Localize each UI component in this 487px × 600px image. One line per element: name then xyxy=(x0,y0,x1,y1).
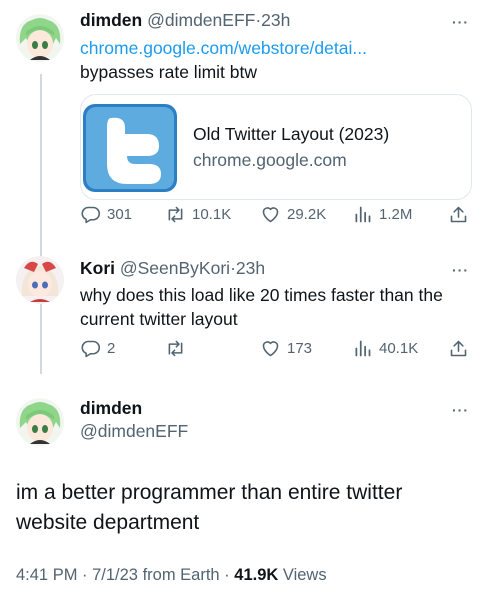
views-icon xyxy=(355,206,371,223)
avatar[interactable] xyxy=(16,256,64,304)
tweet-timestamp[interactable]: 4:41 PM · 7/1/23 from Earth · xyxy=(16,566,234,584)
share-icon xyxy=(450,206,467,223)
views-label: Views xyxy=(278,566,327,584)
like-count: 173 xyxy=(287,340,313,357)
views-count: 41.9K xyxy=(234,566,279,584)
card-text: Old Twitter Layout (2023) chrome.google.… xyxy=(193,121,389,173)
author-handle[interactable]: @dimdenEFF xyxy=(147,10,255,30)
avatar[interactable] xyxy=(16,14,64,62)
reply-button[interactable]: 2 xyxy=(80,338,115,359)
tweet-time[interactable]: 23h xyxy=(261,10,290,30)
tweet-body: bypasses rate limit btw xyxy=(80,62,258,82)
thread-line xyxy=(40,74,42,374)
reply-icon xyxy=(81,340,101,358)
tweet-body: why does this load like 20 times faster … xyxy=(80,285,443,329)
tweet-text: chrome.google.com/webstore/detai... bypa… xyxy=(80,36,460,84)
share-button[interactable] xyxy=(448,338,475,359)
like-button[interactable]: 173 xyxy=(260,338,312,359)
card-title: Old Twitter Layout (2023) xyxy=(193,124,390,144)
tweet-header: dimden @dimdenEFF·23h xyxy=(80,10,290,31)
tweet-link[interactable]: chrome.google.com/webstore/detai... xyxy=(80,36,460,60)
retweet-count: 10.1K xyxy=(192,206,232,223)
share-button[interactable] xyxy=(448,204,475,225)
retweet-button[interactable] xyxy=(165,338,192,359)
more-options-icon[interactable]: ··· xyxy=(452,14,469,30)
like-button[interactable]: 29.2K xyxy=(260,204,326,225)
views-count: 1.2M xyxy=(379,206,413,223)
like-icon xyxy=(262,207,279,223)
reply-button[interactable]: 301 xyxy=(80,204,132,225)
author-name[interactable]: Kori xyxy=(80,258,115,278)
tweet-body: im a better programmer than entire twitt… xyxy=(16,481,403,534)
link-card[interactable]: Old Twitter Layout (2023) chrome.google.… xyxy=(80,94,472,200)
avatar[interactable] xyxy=(16,398,64,446)
views-button[interactable]: 1.2M xyxy=(352,204,412,225)
reply-count: 301 xyxy=(107,206,133,223)
like-count: 29.2K xyxy=(287,206,327,223)
author-handle[interactable]: @dimdenEFF xyxy=(80,421,188,442)
author-name[interactable]: dimden xyxy=(80,10,142,30)
author-handle[interactable]: @SeenByKori xyxy=(120,258,230,278)
reply-count: 2 xyxy=(107,340,116,357)
more-options-icon[interactable]: ··· xyxy=(452,262,469,278)
retweet-icon xyxy=(168,206,183,223)
card-domain: chrome.google.com xyxy=(193,150,347,170)
tweet-meta: 4:41 PM · 7/1/23 from Earth · 41.9K View… xyxy=(16,566,327,585)
more-options-icon[interactable]: ··· xyxy=(452,402,469,418)
twitter-bird-logo xyxy=(81,98,179,196)
author-name[interactable]: dimden xyxy=(80,398,142,419)
views-button[interactable]: 40.1K xyxy=(352,338,418,359)
views-count: 40.1K xyxy=(379,340,419,357)
reply-icon xyxy=(81,206,101,224)
views-icon xyxy=(355,340,371,357)
retweet-button[interactable]: 10.1K xyxy=(165,204,231,225)
tweet-time[interactable]: 23h xyxy=(236,258,265,278)
like-icon xyxy=(262,341,279,357)
retweet-icon xyxy=(168,340,183,357)
tweet-header: Kori @SeenByKori·23h xyxy=(80,258,265,279)
share-icon xyxy=(450,340,467,357)
